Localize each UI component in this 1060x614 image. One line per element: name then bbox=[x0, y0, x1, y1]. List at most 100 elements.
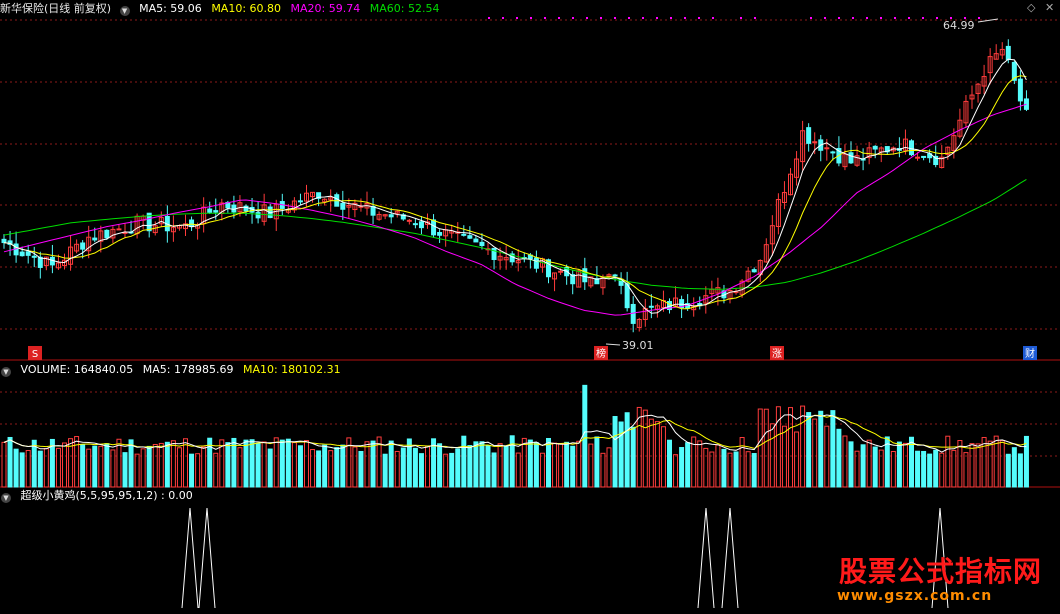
volume-bar bbox=[285, 438, 291, 488]
candle-body bbox=[848, 152, 854, 164]
indicator-collapse-icon[interactable]: ▼ bbox=[1, 493, 11, 503]
volume-value: VOLUME: 164840.05 bbox=[20, 363, 134, 376]
volume-bar bbox=[128, 439, 134, 488]
volume-bar bbox=[921, 450, 927, 488]
candle-body bbox=[213, 210, 219, 213]
candle-body bbox=[418, 221, 424, 229]
volume-bar bbox=[37, 450, 43, 488]
signal-dot bbox=[838, 17, 840, 19]
collapse-icon[interactable]: ▼ bbox=[119, 6, 130, 16]
price-legend: 新华保险(日线 前复权) ▼ MA5: 59.06 MA10: 60.80 MA… bbox=[0, 1, 445, 17]
candle-body bbox=[467, 235, 473, 239]
volume-bar bbox=[939, 452, 945, 488]
candlestick-chart-svg[interactable]: 64.99 39.01 S 榜 涨 财 bbox=[0, 0, 1060, 610]
candle-body bbox=[624, 283, 630, 309]
volume-bar bbox=[818, 410, 824, 488]
candle-body bbox=[1, 238, 7, 244]
candle-body bbox=[648, 305, 654, 308]
volume-bar bbox=[667, 439, 672, 488]
volume-bar bbox=[660, 426, 666, 488]
volume-bar bbox=[322, 444, 328, 488]
signal-dot bbox=[852, 17, 854, 19]
candle-body bbox=[921, 155, 927, 158]
watermark-url: www.gszx.com.cn bbox=[837, 588, 993, 604]
signal-dot bbox=[894, 17, 896, 19]
volume-bar bbox=[685, 442, 691, 488]
stock-chart[interactable]: 64.99 39.01 S 榜 涨 财 新华保险(日线 前复权) ▼ MA5: 59.06… bbox=[0, 0, 1060, 610]
indicator-spike bbox=[697, 507, 715, 609]
signal-dot bbox=[572, 17, 574, 19]
stock-title[interactable]: 新华保险(日线 前复权) bbox=[0, 2, 111, 15]
volume-bar bbox=[594, 436, 600, 488]
volume-bar bbox=[987, 440, 993, 488]
candle-body bbox=[1005, 45, 1011, 61]
volume-bar bbox=[788, 407, 793, 488]
volume-bar bbox=[497, 443, 503, 488]
volume-bar bbox=[370, 440, 376, 488]
volume-bar bbox=[503, 445, 509, 488]
volume-bar bbox=[297, 445, 303, 488]
volume-bar bbox=[751, 453, 757, 488]
candle-body bbox=[412, 223, 418, 226]
signal-dot bbox=[936, 17, 938, 19]
signal-dot bbox=[600, 17, 602, 19]
volume-bar bbox=[642, 409, 648, 488]
volume-bar bbox=[7, 436, 13, 488]
volume-bar bbox=[261, 441, 267, 488]
volume-bar bbox=[588, 443, 594, 488]
signal-dot bbox=[516, 17, 518, 19]
volume-bar bbox=[860, 444, 866, 488]
volume-collapse-icon[interactable]: ▼ bbox=[1, 367, 11, 377]
volume-bar bbox=[80, 444, 86, 488]
signal-dot bbox=[656, 17, 658, 19]
candle-body bbox=[406, 219, 412, 222]
volume-bar bbox=[291, 442, 297, 488]
ma60-line bbox=[3, 178, 1027, 290]
signal-dot bbox=[628, 17, 630, 19]
candle-body bbox=[461, 233, 467, 236]
candle-body bbox=[830, 151, 836, 154]
signal-dot bbox=[754, 17, 756, 19]
volume-bar bbox=[279, 439, 285, 488]
volume-legend: ▼ VOLUME: 164840.05 MA5: 178985.69 MA10:… bbox=[0, 362, 347, 378]
volume-bar bbox=[13, 448, 19, 488]
diamond-icon[interactable]: ◇ bbox=[1027, 1, 1035, 14]
volume-bar bbox=[140, 448, 146, 488]
event-marker-label: 财 bbox=[1025, 347, 1035, 360]
signal-dot bbox=[866, 17, 868, 19]
candle-body bbox=[909, 140, 914, 156]
volume-bar bbox=[539, 452, 545, 488]
ma20-line bbox=[3, 103, 1027, 316]
low-price-pointer bbox=[605, 343, 621, 346]
volume-bar bbox=[98, 445, 104, 488]
volume-bar bbox=[146, 445, 152, 488]
volume-bar bbox=[679, 447, 685, 488]
volume-bar bbox=[461, 435, 467, 488]
volume-bar bbox=[618, 421, 624, 488]
volume-bar bbox=[195, 453, 201, 488]
close-icon[interactable]: ✕ bbox=[1045, 1, 1054, 14]
volume-bar bbox=[812, 418, 818, 488]
volume-bar bbox=[902, 442, 908, 488]
volume-bar bbox=[515, 452, 521, 488]
ma60-legend: MA60: 52.54 bbox=[369, 2, 440, 15]
volume-bar bbox=[237, 447, 243, 488]
volume-bar bbox=[933, 449, 939, 488]
volume-bar bbox=[533, 442, 539, 488]
event-marker-label: 榜 bbox=[596, 347, 606, 360]
candle-body bbox=[207, 208, 213, 213]
volume-bar bbox=[201, 446, 207, 488]
candle-body bbox=[479, 241, 485, 247]
ma20-legend: MA20: 59.74 bbox=[290, 2, 361, 15]
volume-bar bbox=[364, 441, 370, 488]
ma10-legend: MA10: 60.80 bbox=[211, 2, 282, 15]
volume-bar bbox=[890, 450, 896, 488]
candle-body bbox=[19, 251, 25, 257]
signal-dot bbox=[544, 17, 546, 19]
volume-bar bbox=[781, 425, 787, 488]
volume-bar bbox=[915, 450, 921, 488]
signal-dot bbox=[908, 17, 910, 19]
volume-bar bbox=[824, 425, 830, 488]
volume-bar bbox=[945, 435, 951, 488]
volume-bar bbox=[310, 449, 316, 488]
